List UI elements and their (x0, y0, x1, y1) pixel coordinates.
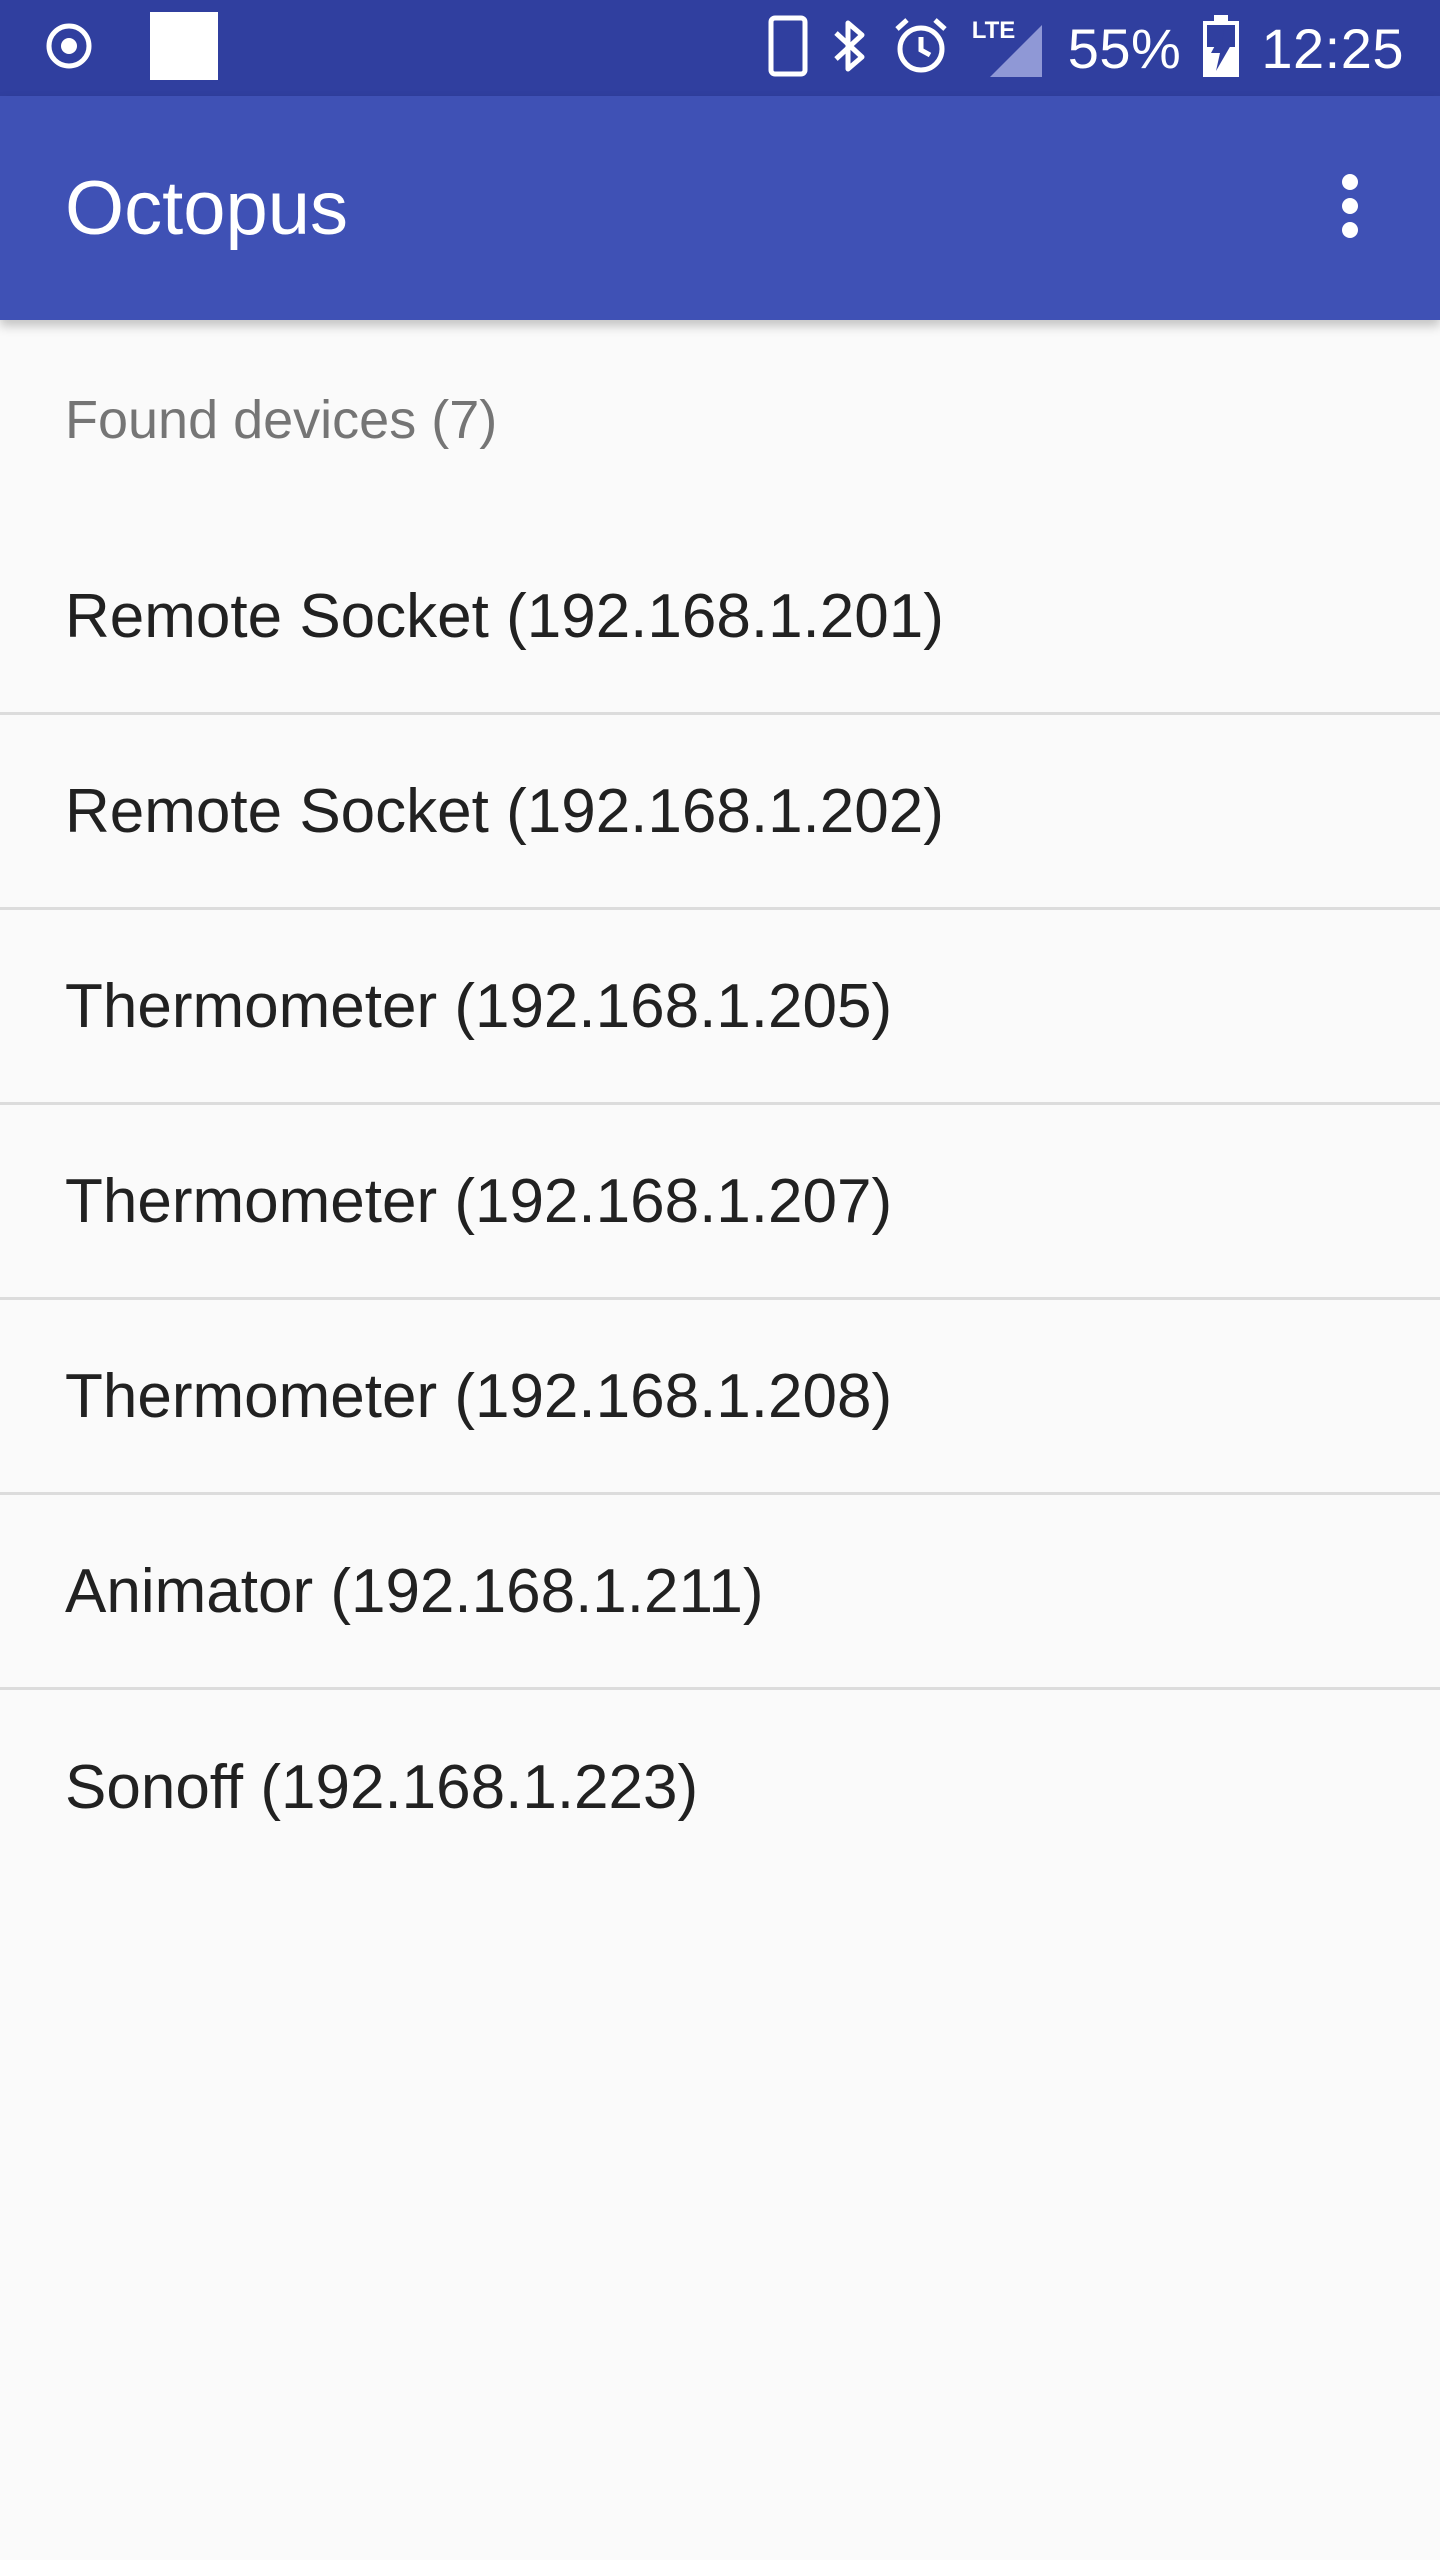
found-devices-header: Found devices (7) (65, 390, 498, 450)
device-item[interactable]: Sonoff (192.168.1.223) (0, 1690, 1440, 1885)
app-bar: Octopus (0, 96, 1440, 320)
clock: 12:25 (1261, 16, 1404, 80)
more-vert-icon (1340, 173, 1360, 244)
overflow-menu-button[interactable] (1296, 154, 1404, 262)
device-item[interactable]: Remote Socket (192.168.1.201) (0, 520, 1440, 715)
device-item[interactable]: Thermometer (192.168.1.205) (0, 910, 1440, 1105)
status-left-icons (44, 0, 218, 96)
device-list: Remote Socket (192.168.1.201) Remote Soc… (0, 520, 1440, 1885)
device-item[interactable]: Animator (192.168.1.211) (0, 1495, 1440, 1690)
lte-signal-icon: LTE (972, 15, 1046, 81)
notification-square-icon (150, 11, 218, 85)
app-title: Octopus (65, 165, 349, 251)
battery-charging-icon (1203, 14, 1240, 82)
device-item[interactable]: Thermometer (192.168.1.207) (0, 1105, 1440, 1300)
device-item[interactable]: Thermometer (192.168.1.208) (0, 1300, 1440, 1495)
phone-icon (768, 15, 808, 82)
bluetooth-icon (830, 17, 870, 80)
status-bar: LTE 55% 12:25 (0, 0, 1440, 96)
device-item[interactable]: Remote Socket (192.168.1.202) (0, 715, 1440, 910)
device-list-container: Found devices (7) Remote Socket (192.168… (0, 320, 1440, 1885)
status-right-icons: LTE 55% 12:25 (768, 0, 1404, 96)
record-icon (44, 21, 94, 76)
battery-percent: 55% (1067, 16, 1182, 80)
alarm-icon (892, 17, 950, 80)
lte-label: LTE (971, 17, 1016, 44)
